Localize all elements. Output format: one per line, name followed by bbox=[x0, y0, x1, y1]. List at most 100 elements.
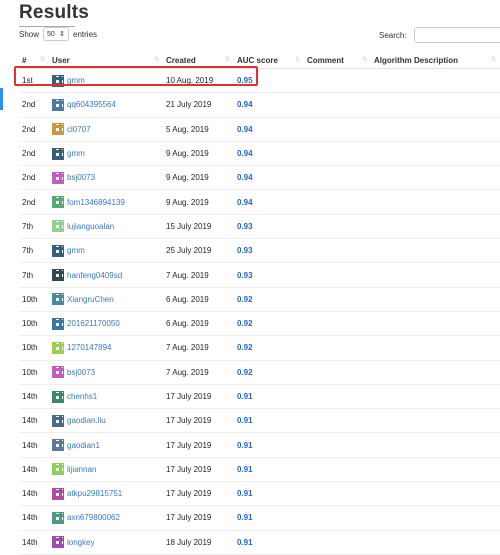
user-avatar-icon bbox=[52, 123, 64, 136]
user-avatar-icon bbox=[52, 147, 64, 160]
created-cell: 15 July 2019 bbox=[166, 221, 212, 231]
user-link[interactable]: longkey bbox=[67, 538, 95, 547]
user-cell: chenhs1 bbox=[49, 390, 163, 403]
table-row: 14th atkpu29815751 17 July 2019 0.91 bbox=[19, 482, 500, 507]
user-avatar-icon bbox=[52, 463, 64, 476]
table-row: 2nd fom1346894139 9 Aug. 2019 0.94 bbox=[19, 190, 500, 215]
user-link[interactable]: gaodian1 bbox=[67, 441, 100, 450]
created-cell: 25 July 2019 bbox=[166, 246, 212, 256]
created-cell: 21 July 2019 bbox=[166, 100, 212, 110]
user-link[interactable]: gaodian.liu bbox=[67, 416, 106, 425]
rank-cell: 10th bbox=[22, 367, 38, 377]
sort-icon: ⇅ bbox=[294, 56, 300, 63]
auc-score-cell: 0.93 bbox=[237, 270, 253, 280]
created-cell: 17 July 2019 bbox=[166, 440, 212, 450]
entries-label: entries bbox=[73, 29, 98, 39]
table-row: 10th 1270147894 7 Aug. 2019 0.92 bbox=[19, 336, 500, 361]
header-rank[interactable]: # ⇅ bbox=[19, 56, 49, 65]
auc-score-cell: 0.91 bbox=[237, 392, 253, 401]
search-input[interactable] bbox=[413, 27, 500, 43]
length-control: Show 50 ⇕ entries bbox=[19, 27, 97, 41]
created-cell: 17 July 2019 bbox=[166, 464, 212, 474]
rank-cell: 14th bbox=[22, 392, 38, 401]
user-cell: gmm bbox=[49, 244, 163, 257]
user-cell: axn679800062 bbox=[49, 511, 163, 524]
created-cell: 18 July 2019 bbox=[166, 537, 212, 547]
rank-cell: 2nd bbox=[22, 173, 36, 183]
table-row: 14th axn679800062 17 July 2019 0.91 bbox=[19, 506, 500, 531]
user-avatar-icon bbox=[52, 317, 64, 330]
user-cell: bsj0073 bbox=[49, 366, 163, 379]
rank-cell: 7th bbox=[22, 270, 34, 280]
user-link[interactable]: atkpu29815751 bbox=[67, 489, 122, 498]
user-link[interactable]: gmm bbox=[67, 246, 85, 255]
left-edge-marker bbox=[0, 88, 3, 110]
table-row: 10th bsj0073 7 Aug. 2019 0.92 bbox=[19, 361, 500, 385]
user-link[interactable]: lijiannan bbox=[67, 465, 96, 474]
table-row: 10th 201621170050 6 Aug. 2019 0.92 bbox=[19, 312, 500, 337]
user-avatar-icon bbox=[52, 98, 64, 111]
user-link[interactable]: 1270147894 bbox=[67, 343, 112, 352]
user-link[interactable]: XiangruChen bbox=[67, 295, 114, 304]
table-row: 7th gmm 25 July 2019 0.93 bbox=[19, 239, 500, 264]
user-link[interactable]: qq604395564 bbox=[67, 100, 116, 109]
user-avatar-icon bbox=[52, 511, 64, 524]
user-cell: gmm bbox=[49, 147, 163, 160]
entries-select[interactable]: 50 ⇕ bbox=[43, 27, 70, 41]
table-row: 14th longkey 18 July 2019 0.91 bbox=[19, 531, 500, 555]
auc-score-cell: 0.91 bbox=[237, 489, 253, 499]
select-arrows-icon: ⇕ bbox=[59, 31, 66, 38]
rank-cell: 2nd bbox=[22, 100, 36, 110]
rank-cell: 14th bbox=[22, 489, 38, 499]
user-avatar-icon bbox=[52, 244, 64, 257]
rank-cell: 14th bbox=[22, 537, 38, 547]
header-algorithm[interactable]: Algorithm Description ⇅ bbox=[371, 56, 500, 65]
auc-score-cell: 0.94 bbox=[237, 173, 253, 183]
user-link[interactable]: bsj0073 bbox=[67, 173, 95, 182]
sort-icon: ⇅ bbox=[224, 56, 230, 63]
highlight-box bbox=[14, 66, 258, 86]
user-link[interactable]: 201621170050 bbox=[67, 319, 120, 328]
search-control: Search: bbox=[379, 27, 500, 43]
created-cell: 6 Aug. 2019 bbox=[166, 319, 209, 329]
rank-cell: 10th bbox=[22, 319, 38, 329]
auc-score-cell: 0.92 bbox=[237, 294, 253, 304]
user-link[interactable]: hanfeng0409sd bbox=[67, 271, 122, 280]
created-cell: 7 Aug. 2019 bbox=[166, 343, 209, 353]
user-cell: 1270147894 bbox=[49, 341, 163, 354]
user-avatar-icon bbox=[52, 390, 64, 403]
user-avatar-icon bbox=[52, 487, 64, 500]
user-link[interactable]: chenhs1 bbox=[67, 392, 97, 401]
table-row: 7th hanfeng0409sd 7 Aug. 2019 0.93 bbox=[19, 263, 500, 288]
rank-cell: 10th bbox=[22, 343, 38, 353]
page-title: Results bbox=[19, 2, 90, 23]
user-cell: qq604395564 bbox=[49, 98, 163, 111]
user-cell: lijiannan bbox=[49, 463, 163, 476]
user-link[interactable]: cl0707 bbox=[67, 125, 91, 134]
table-row: 10th XiangruChen 6 Aug. 2019 0.92 bbox=[19, 288, 500, 312]
user-avatar-icon bbox=[52, 196, 64, 209]
sort-icon: ⇅ bbox=[490, 56, 496, 63]
user-link[interactable]: axn679800062 bbox=[67, 513, 120, 522]
sort-icon: ⇅ bbox=[361, 56, 367, 63]
user-cell: fom1346894139 bbox=[49, 196, 163, 209]
table-body: 1st gmm 10 Aug. 2019 0.95 2nd qq604395564 21 J… bbox=[19, 69, 500, 555]
user-link[interactable]: fom1346894139 bbox=[67, 198, 125, 207]
user-link[interactable]: gmm bbox=[67, 149, 85, 158]
user-link[interactable]: bsj0073 bbox=[67, 368, 95, 377]
header-user[interactable]: User ⇅ bbox=[49, 56, 163, 65]
user-avatar-icon bbox=[52, 341, 64, 354]
header-auc[interactable]: AUC score ⇅ bbox=[234, 56, 304, 65]
user-cell: XiangruChen bbox=[49, 293, 163, 306]
rank-cell: 14th bbox=[22, 513, 38, 523]
user-link[interactable]: lujianguoalan bbox=[67, 222, 114, 231]
rank-cell: 2nd bbox=[22, 149, 36, 159]
header-comment[interactable]: Comment ⇅ bbox=[304, 56, 371, 65]
auc-score-cell: 0.94 bbox=[237, 124, 253, 134]
user-cell: lujianguoalan bbox=[49, 220, 163, 233]
header-created[interactable]: Created ⇅ bbox=[163, 56, 234, 65]
auc-score-cell: 0.91 bbox=[237, 513, 253, 523]
rank-cell: 7th bbox=[22, 221, 34, 231]
created-cell: 9 Aug. 2019 bbox=[166, 197, 209, 207]
created-cell: 7 Aug. 2019 bbox=[166, 367, 209, 377]
